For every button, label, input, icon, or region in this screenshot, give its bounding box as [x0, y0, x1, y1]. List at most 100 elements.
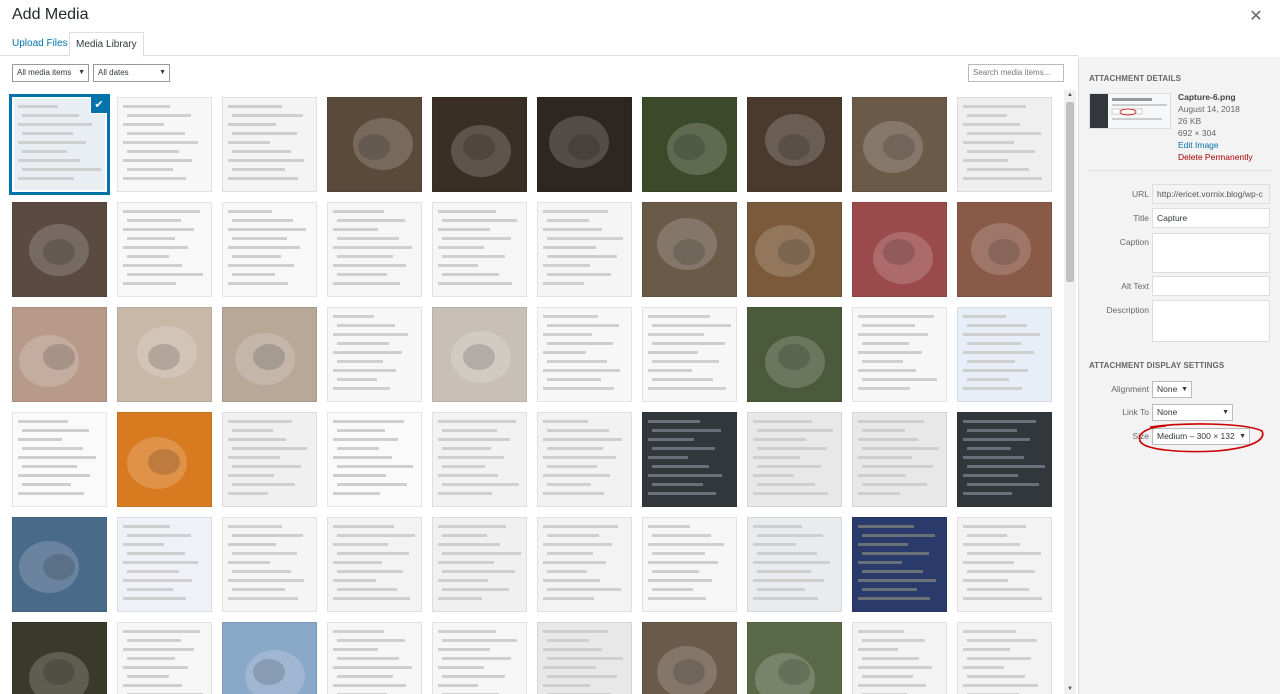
- date-filter[interactable]: All dates ▼: [93, 64, 170, 82]
- photo-preview: [451, 331, 511, 383]
- attachment-thumbnail[interactable]: [642, 412, 737, 507]
- attachment-thumbnail[interactable]: [117, 97, 212, 192]
- attachment-thumbnail[interactable]: [12, 202, 107, 297]
- attachment-thumbnail[interactable]: [537, 412, 632, 507]
- screenshot-preview: [543, 315, 620, 390]
- attachment-thumbnail[interactable]: [537, 307, 632, 402]
- attachment-thumbnail[interactable]: [957, 202, 1052, 297]
- attachment-thumbnail[interactable]: [537, 202, 632, 297]
- photo-preview: [19, 541, 79, 593]
- size-select[interactable]: Medium – 300 × 132 ▼: [1152, 428, 1250, 445]
- attachment-thumbnail[interactable]: [747, 97, 842, 192]
- attachment-thumbnail[interactable]: [117, 622, 212, 694]
- attachment-thumbnail[interactable]: [222, 97, 317, 192]
- attachment-thumbnail[interactable]: [852, 622, 947, 694]
- attachment-thumbnail[interactable]: [537, 622, 632, 694]
- scroll-down-icon[interactable]: ▼: [1064, 684, 1076, 694]
- attachment-thumbnail[interactable]: [222, 622, 317, 694]
- checkmark-icon[interactable]: ✔: [91, 97, 107, 113]
- attachment-thumbnail[interactable]: [432, 307, 527, 402]
- alt-text-field[interactable]: [1152, 276, 1270, 296]
- attachment-thumbnail[interactable]: [432, 412, 527, 507]
- title-field[interactable]: Capture: [1152, 208, 1270, 228]
- attachment-thumbnail[interactable]: [642, 97, 737, 192]
- title-label: Title: [1133, 213, 1149, 223]
- screenshot-preview: [963, 525, 1042, 600]
- attachment-thumbnail[interactable]: [642, 307, 737, 402]
- alignment-select[interactable]: None ▼: [1152, 381, 1192, 398]
- attachment-thumbnail[interactable]: [537, 97, 632, 192]
- attachment-thumbnail[interactable]: [432, 202, 527, 297]
- attachment-thumbnail[interactable]: [747, 412, 842, 507]
- description-field[interactable]: [1152, 300, 1270, 342]
- attachment-thumbnail[interactable]: [327, 517, 422, 612]
- photo-preview: [29, 652, 89, 694]
- attachment-thumbnail[interactable]: [222, 202, 317, 297]
- attachment-thumbnail[interactable]: [117, 517, 212, 612]
- scroll-thumb[interactable]: [1066, 102, 1074, 282]
- attachment-thumbnail[interactable]: [12, 622, 107, 694]
- attachment-thumbnail[interactable]: [852, 97, 947, 192]
- attachment-thumbnail[interactable]: [747, 307, 842, 402]
- attachment-thumbnail[interactable]: [222, 517, 317, 612]
- attachment-thumbnail[interactable]: [222, 307, 317, 402]
- attachment-thumbnail[interactable]: [642, 202, 737, 297]
- attachment-thumbnail[interactable]: [327, 412, 422, 507]
- screenshot-preview: [858, 525, 936, 600]
- attachment-thumbnail[interactable]: [957, 307, 1052, 402]
- attachment-thumbnail[interactable]: [327, 97, 422, 192]
- url-field[interactable]: http://ericet.vornix.blog/wp-c: [1152, 184, 1270, 204]
- attachment-thumbnail[interactable]: [117, 202, 212, 297]
- attachment-thumbnail[interactable]: [642, 517, 737, 612]
- edit-image-link[interactable]: Edit Image: [1178, 139, 1253, 151]
- caption-label: Caption: [1119, 237, 1149, 247]
- link-to-select[interactable]: None ▼: [1152, 404, 1233, 421]
- attachment-thumbnail[interactable]: [12, 307, 107, 402]
- attachment-thumbnail[interactable]: ✔: [12, 97, 107, 192]
- attachment-thumbnail[interactable]: [852, 307, 947, 402]
- attachment-thumbnail[interactable]: [12, 412, 107, 507]
- photo-preview: [755, 653, 815, 694]
- screenshot-preview: [858, 315, 937, 390]
- attachment-thumbnail[interactable]: [222, 412, 317, 507]
- attachment-thumbnail[interactable]: [747, 202, 842, 297]
- attachment-thumbnail[interactable]: [957, 97, 1052, 192]
- screenshot-preview: [333, 630, 412, 694]
- attachment-thumbnail[interactable]: [432, 622, 527, 694]
- attachment-thumbnail[interactable]: [432, 97, 527, 192]
- delete-permanently-link[interactable]: Delete Permanently: [1178, 151, 1253, 163]
- link-to-label: Link To: [1122, 407, 1149, 417]
- attachment-thumbnail[interactable]: [432, 517, 527, 612]
- scroll-up-icon[interactable]: ▲: [1064, 90, 1076, 100]
- tab-upload-files[interactable]: Upload Files: [6, 32, 74, 57]
- attachment-thumbnail[interactable]: [327, 307, 422, 402]
- media-type-filter[interactable]: All media items ▼: [12, 64, 89, 82]
- attachment-thumbnail[interactable]: [12, 517, 107, 612]
- attachment-thumbnail[interactable]: [747, 622, 842, 694]
- alt-text-label: Alt Text: [1121, 281, 1149, 291]
- attachment-thumbnail[interactable]: [117, 307, 212, 402]
- screenshot-preview: [753, 525, 830, 600]
- attachment-thumbnail[interactable]: [957, 517, 1052, 612]
- attachment-thumbnail[interactable]: [117, 412, 212, 507]
- close-button[interactable]: ✕: [1246, 6, 1266, 26]
- grid-scrollbar[interactable]: ▲ ▼: [1064, 90, 1076, 694]
- tab-media-library[interactable]: Media Library: [69, 32, 144, 57]
- attachment-thumbnail[interactable]: [852, 412, 947, 507]
- attachment-thumbnail[interactable]: [327, 202, 422, 297]
- attachment-thumbnail[interactable]: [852, 202, 947, 297]
- search-input[interactable]: Search media items...: [968, 64, 1064, 82]
- photo-preview: [29, 224, 89, 276]
- chevron-down-icon: ▼: [1181, 386, 1188, 393]
- screenshot-preview: [543, 525, 621, 600]
- attachment-thumbnail[interactable]: [957, 622, 1052, 694]
- attachment-thumbnail[interactable]: [957, 412, 1052, 507]
- attachment-thumbnail[interactable]: [537, 517, 632, 612]
- caption-field[interactable]: [1152, 233, 1270, 273]
- attachment-thumbnail[interactable]: [642, 622, 737, 694]
- attachment-thumbnail[interactable]: [747, 517, 842, 612]
- attachment-thumbnail[interactable]: [852, 517, 947, 612]
- size-value: Medium – 300 × 132: [1157, 431, 1235, 441]
- screenshot-preview: [858, 630, 932, 694]
- attachment-thumbnail[interactable]: [327, 622, 422, 694]
